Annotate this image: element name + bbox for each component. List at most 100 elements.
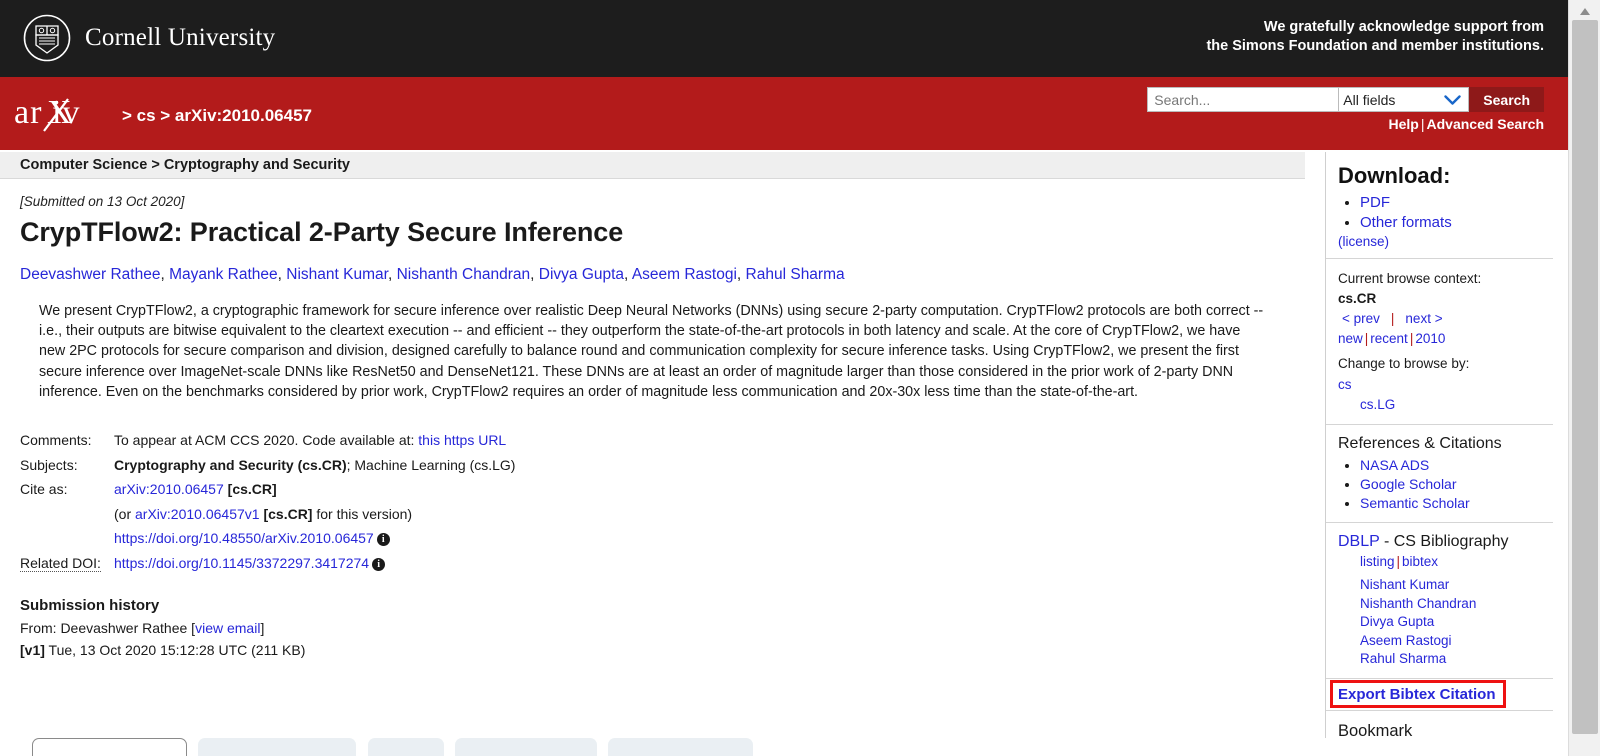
dblp-author-link[interactable]: Divya Gupta [1360,614,1434,629]
arxiv-header-bar: ar iv X > cs > arXiv:2010.06457 All fiel… [0,77,1568,150]
browser-tabstrip [0,738,1568,756]
author-link[interactable]: Mayank Rathee [169,266,278,283]
info-icon[interactable]: i [376,533,390,547]
download-list: PDF Other formats [1338,193,1553,232]
references-list: NASA ADS Google Scholar Semantic Scholar [1338,456,1553,512]
vertical-scrollbar[interactable] [1568,0,1600,756]
version-category-tag: [cs.CR] [263,505,313,522]
dblp-links: listing | bibtex [1338,554,1553,569]
google-scholar-link[interactable]: Google Scholar [1360,476,1457,492]
semantic-scholar-link[interactable]: Semantic Scholar [1360,495,1470,511]
recent-link[interactable]: recent [1370,331,1408,346]
advanced-search-link[interactable]: Advanced Search [1427,116,1545,132]
subject-secondary: Machine Learning (cs.LG) [354,456,516,473]
metadata-row-version: (or arXiv:2010.06457v1 [cs.CR] for this … [20,502,515,527]
page-title: CrypTFlow2: Practical 2-Party Secure Inf… [20,217,624,247]
dblp-authors-list: Nishant Kumar Nishanth Chandran Divya Gu… [1338,576,1553,668]
help-links: Help | Advanced Search [1389,116,1544,132]
dblp-author-link[interactable]: Nishanth Chandran [1360,596,1476,611]
arxiv-logo-and-breadcrumb: ar iv X > cs > arXiv:2010.06457 [14,91,312,133]
search-field-select[interactable]: All fields [1338,87,1470,112]
subject-primary: Cryptography and Security (cs.CR) [114,456,347,473]
scroll-up-arrow-icon [1580,7,1590,15]
help-link[interactable]: Help [1389,116,1419,132]
version-value: (or arXiv:2010.06457v1 [cs.CR] for this … [114,502,515,527]
scrollbar-thumb[interactable] [1572,20,1598,734]
author-link[interactable]: Divya Gupta [539,266,624,283]
dblp-author-link[interactable]: Aseem Rastogi [1360,633,1452,648]
svg-text:ar: ar [14,94,42,131]
scrollbar-up-button[interactable] [1569,2,1600,20]
dblp-listing-link[interactable]: listing [1360,554,1395,569]
cornell-seal-icon [23,14,71,62]
submission-from-suffix: ] [260,620,265,637]
export-bibtex-citation-link[interactable]: Export Bibtex Citation [1338,686,1496,703]
browse-cslg-link[interactable]: cs.LG [1360,397,1395,412]
dblp-link[interactable]: DBLP [1338,533,1380,550]
list-item: Nishant Kumar [1360,576,1553,594]
browser-tab[interactable] [198,738,356,756]
doi-link[interactable]: https://doi.org/10.48550/arXiv.2010.0645… [114,530,374,546]
cornell-brand[interactable]: Cornell University [22,13,275,63]
related-doi-label: Related DOI: [20,551,114,576]
metadata-row-doi: https://doi.org/10.48550/arXiv.2010.0645… [20,526,515,551]
arxiv-logo-icon[interactable]: ar iv X [14,91,116,133]
download-other-formats-link[interactable]: Other formats [1360,214,1452,231]
license-link[interactable]: (license) [1338,234,1389,249]
metadata-row-comments: Comments: To appear at ACM CCS 2020. Cod… [20,428,515,453]
citeas-value: arXiv:2010.06457 [cs.CR] [114,477,515,502]
author-link[interactable]: Deevashwer Rathee [20,266,160,283]
author-link[interactable]: Nishanth Chandran [397,266,531,283]
prev-next-nav: < prev | next > [1338,309,1553,328]
author-link[interactable]: Nishant Kumar [286,266,388,283]
author-link[interactable]: Rahul Sharma [746,266,845,283]
browse-context-box: Current browse context: cs.CR < prev | nex… [1326,259,1553,425]
comments-value: To appear at ACM CCS 2020. Code availabl… [114,428,515,453]
submission-version-detail: Tue, 13 Oct 2020 15:12:28 UTC (211 KB) [48,642,306,659]
submission-version-line: [v1] Tue, 13 Oct 2020 15:12:28 UTC (211 … [20,640,1285,660]
dblp-author-link[interactable]: Nishant Kumar [1360,577,1449,592]
view-email-link[interactable]: view email [195,620,260,636]
doi-label-empty [20,526,114,551]
next-link[interactable]: next > [1405,311,1442,326]
comments-code-link[interactable]: this https URL [418,432,506,448]
right-sidebar: Download: PDF Other formats (license) Cu… [1325,152,1553,756]
version-suffix: for this version) [316,505,413,522]
year-link[interactable]: 2010 [1415,331,1445,346]
dblp-author-link[interactable]: Rahul Sharma [1360,651,1446,666]
search-button[interactable]: Search [1469,87,1544,112]
metadata-row-related-doi: Related DOI: https://doi.org/10.1145/337… [20,551,515,576]
info-icon[interactable]: i [372,557,386,571]
dblp-heading: DBLP - CS Bibliography [1338,533,1553,551]
browser-tab[interactable] [368,738,444,756]
download-pdf-link[interactable]: PDF [1360,194,1390,211]
browse-cs-link[interactable]: cs [1338,377,1352,392]
related-doi-link[interactable]: https://doi.org/10.1145/3372297.3417274 [114,555,369,571]
new-link[interactable]: new [1338,331,1363,346]
browse-context-code: cs.CR [1338,291,1377,306]
browser-tab[interactable] [608,738,753,756]
author-link[interactable]: Aseem Rastogi [632,266,737,283]
prev-link[interactable]: < prev [1342,311,1380,326]
metadata-table: Comments: To appear at ACM CCS 2020. Cod… [20,428,515,575]
submission-from-prefix: From: Deevashwer Rathee [ [20,620,196,637]
citeas-category-tag: [cs.CR] [227,481,277,498]
search-input[interactable] [1147,87,1339,112]
breadcrumb[interactable]: > cs > arXiv:2010.06457 [122,106,312,133]
dblp-separator: | [1396,554,1401,569]
metadata-row-citeas: Cite as: arXiv:2010.06457 [cs.CR] [20,477,515,502]
nasa-ads-link[interactable]: NASA ADS [1360,457,1429,473]
browser-tab[interactable] [455,738,597,756]
search-block: All fields Search Help|Advanced Search [1147,87,1544,132]
citeas-arxiv-link[interactable]: arXiv:2010.06457 [114,481,224,497]
subject-breadcrumb-text: Computer Science > Cryptography and Secu… [20,157,350,173]
dblp-bibtex-link[interactable]: bibtex [1402,554,1438,569]
authors-list: Deevashwer Rathee, Mayank Rathee, Nishan… [20,266,845,283]
license-line: (license) [1338,234,1553,249]
subjects-value: Cryptography and Security (cs.CR); Machi… [114,453,515,478]
browser-tab-active[interactable] [32,738,187,756]
version-arxiv-link[interactable]: arXiv:2010.06457v1 [135,506,260,522]
metadata-row-subjects: Subjects: Cryptography and Security (cs.… [20,453,515,478]
version-prefix: (or [114,505,132,522]
related-doi-label-text: Related DOI: [20,554,101,572]
